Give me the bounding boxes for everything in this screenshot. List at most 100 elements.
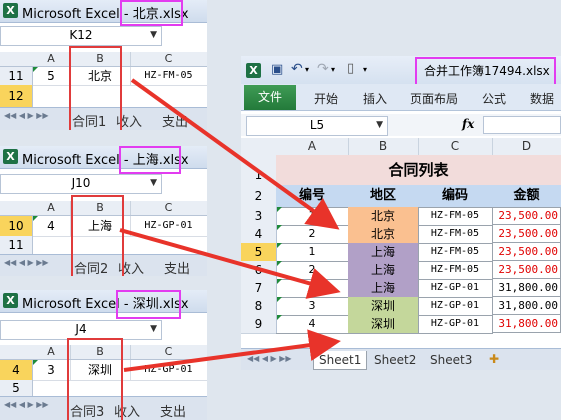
sheet-tab-3[interactable]: Sheet3 (425, 351, 477, 369)
redo-dropdown-icon[interactable]: ▾ (331, 65, 335, 74)
row-header[interactable]: 5 (0, 380, 33, 397)
cell-a[interactable]: 4 (32, 216, 71, 237)
header-id[interactable]: 编号 (276, 185, 349, 208)
tab-page-layout[interactable]: 页面布局 (410, 90, 458, 107)
row-header[interactable]: 8 (241, 297, 277, 316)
cell-id[interactable]: 1 (276, 243, 349, 262)
name-box[interactable]: J10 ▼ (0, 174, 162, 194)
error-indicator (277, 243, 282, 248)
cell-amount[interactable]: 23,500.00 (492, 243, 561, 261)
row-header[interactable]: 5 (241, 243, 277, 262)
undo-icon[interactable]: ↶ (291, 61, 303, 77)
name-box[interactable]: J4 ▼ (0, 320, 162, 340)
row-header[interactable]: 6 (241, 261, 277, 280)
cell-id[interactable]: 4 (276, 315, 349, 334)
cell-region[interactable]: 上海 (348, 279, 419, 298)
file-tab[interactable]: 文件 (244, 85, 296, 110)
cell-a[interactable]: 3 (32, 360, 71, 381)
row-header-selected[interactable]: 4 (0, 360, 33, 381)
column-header-d[interactable]: D (492, 138, 561, 155)
cell-amount[interactable]: 23,500.00 (492, 225, 561, 243)
column-header-a[interactable]: A (276, 138, 349, 155)
row-header[interactable]: 2 (241, 185, 277, 208)
header-amount[interactable]: 金额 (492, 185, 561, 208)
cell-amount[interactable]: 31,800.00 (492, 297, 561, 315)
cell-region[interactable]: 深圳 (348, 315, 419, 334)
sheet-nav-arrows-icon[interactable]: ◀◀ ◀ ▶ ▶▶ (4, 111, 49, 120)
row-header[interactable]: 1 (241, 155, 277, 186)
tab-insert[interactable]: 插入 (363, 90, 387, 107)
save-icon[interactable]: ▣ (271, 62, 283, 77)
sheet-tab-1[interactable]: Sheet1 (313, 351, 368, 370)
redo-icon[interactable]: ↷ (317, 61, 329, 77)
cell-id[interactable]: 3 (276, 279, 349, 298)
cell-code[interactable]: HZ-FM-05 (130, 67, 207, 86)
cell-code[interactable]: HZ-FM-05 (418, 243, 493, 262)
cell-amount[interactable]: 31,800.00 (492, 279, 561, 297)
undo-dropdown-icon[interactable]: ▾ (305, 65, 309, 74)
row-header-selected[interactable]: 10 (0, 216, 33, 237)
chevron-down-icon[interactable]: ▼ (150, 321, 157, 337)
row-header[interactable]: 7 (241, 279, 277, 298)
cell-code[interactable]: HZ-FM-05 (418, 207, 493, 226)
cell-region[interactable]: 上海 (348, 261, 419, 280)
cell-id[interactable]: 3 (276, 297, 349, 316)
column-header-a[interactable]: A (32, 201, 71, 215)
formula-input[interactable] (483, 116, 561, 134)
cell-id[interactable]: 2 (276, 261, 349, 280)
tab-home[interactable]: 开始 (314, 90, 338, 107)
row-header[interactable]: 11 (0, 236, 33, 255)
excel-icon: X (3, 293, 18, 308)
column-header-c[interactable]: C (130, 345, 207, 359)
cell-a[interactable]: 5 (32, 67, 71, 86)
cell-amount[interactable]: 23,500.00 (492, 261, 561, 279)
column-header-a[interactable]: A (32, 52, 71, 66)
customize-dropdown-icon[interactable]: ▾ (363, 65, 367, 74)
cell-code[interactable]: HZ-GP-01 (418, 297, 493, 316)
cell-code[interactable]: HZ-FM-05 (418, 225, 493, 244)
row-header-selected[interactable]: 12 (0, 85, 33, 108)
cell-region[interactable]: 深圳 (348, 297, 419, 316)
cell-amount[interactable]: 23,500.00 (492, 207, 561, 225)
sheet-tab-2[interactable]: Sheet2 (369, 351, 421, 369)
row-header[interactable]: 9 (241, 315, 277, 334)
cell-code[interactable]: HZ-GP-01 (418, 279, 493, 298)
row-header[interactable]: 11 (0, 67, 33, 86)
sheet-nav-arrows-icon[interactable]: ◀◀ ◀ ▶ ▶▶ (4, 258, 49, 267)
chevron-down-icon[interactable]: ▼ (150, 175, 157, 191)
cell-amount[interactable]: 31,800.00 (492, 315, 561, 333)
cell-region[interactable]: 上海 (348, 243, 419, 262)
sheet-tab-expense[interactable]: 支出 (160, 401, 186, 420)
cell-code[interactable]: HZ-FM-05 (418, 261, 493, 280)
cell-code[interactable]: HZ-GP-01 (130, 216, 207, 237)
column-header-c[interactable]: C (130, 201, 207, 215)
column-header-b[interactable]: B (348, 138, 419, 155)
column-header-a[interactable]: A (32, 345, 71, 359)
cell-code[interactable]: HZ-GP-01 (130, 360, 207, 381)
header-code[interactable]: 编码 (418, 185, 493, 208)
column-header-c[interactable]: C (130, 52, 207, 66)
chevron-down-icon[interactable]: ▼ (376, 117, 383, 133)
sheet-nav-arrows-icon[interactable]: ◀◀ ◀ ▶ ▶▶ (247, 354, 292, 363)
cell-region[interactable]: 北京 (348, 207, 419, 226)
cell-region[interactable]: 北京 (348, 225, 419, 244)
sheet-nav-arrows-icon[interactable]: ◀◀ ◀ ▶ ▶▶ (4, 400, 49, 409)
tab-formulas[interactable]: 公式 (482, 90, 506, 107)
cell-code[interactable]: HZ-GP-01 (418, 315, 493, 334)
row-header[interactable]: 3 (241, 207, 277, 226)
tab-data[interactable]: 数据 (530, 90, 554, 107)
cell-id[interactable]: 1 (276, 207, 349, 226)
name-box[interactable]: K12 ▼ (0, 26, 162, 46)
document-icon[interactable]: ▯ (347, 61, 354, 76)
insert-sheet-icon[interactable]: ✚ (489, 352, 499, 366)
header-region[interactable]: 地区 (348, 185, 419, 208)
sheet-tab-expense[interactable]: 支出 (164, 258, 190, 276)
row-header[interactable]: 4 (241, 225, 277, 244)
name-box[interactable]: L5 ▼ (246, 116, 388, 136)
cell-id[interactable]: 2 (276, 225, 349, 244)
column-header-c[interactable]: C (418, 138, 493, 155)
chevron-down-icon[interactable]: ▼ (150, 27, 157, 43)
sheet-tab-expense[interactable]: 支出 (162, 111, 188, 130)
function-icon[interactable]: fx (462, 117, 474, 131)
table-title[interactable]: 合同列表 (276, 155, 561, 186)
